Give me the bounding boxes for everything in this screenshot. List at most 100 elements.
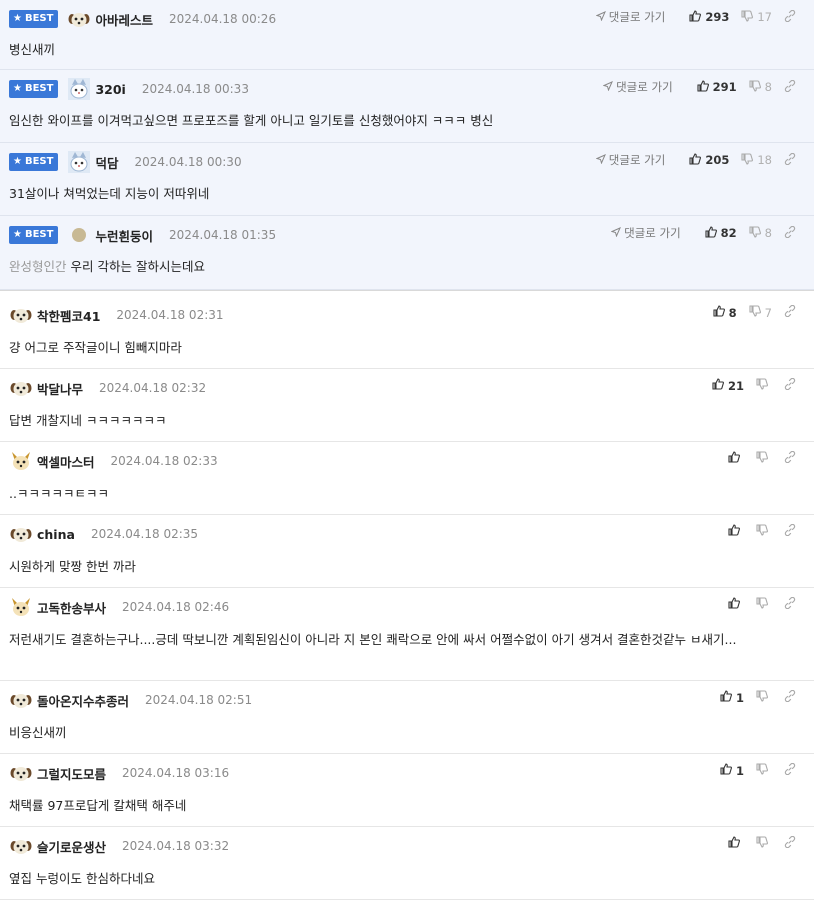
comment-nickname[interactable]: 320i [95,82,125,97]
avatar[interactable] [67,7,91,31]
downvote-button[interactable]: 18 [741,152,772,168]
upvote-button[interactable] [728,451,744,466]
reply-target-nick[interactable]: 완성형인간 [9,259,67,274]
comment-nickname[interactable]: 고독한송부사 [37,598,106,617]
thumbs-up-icon [728,524,744,539]
thumbs-down-icon [756,836,772,851]
comment-header: ★ BEST 320i 2024.04.18 00:33 [9,78,249,100]
comment-date: 2024.04.18 02:31 [116,308,224,322]
avatar[interactable] [67,77,91,101]
upvote-button[interactable] [728,836,744,851]
comment-actions [716,523,800,539]
thumbs-down-icon [741,9,757,25]
go-to-reply-link[interactable]: 댓글로 가기 [602,79,673,95]
comment-nickname[interactable]: 액셀마스터 [37,452,95,471]
copy-link-button[interactable] [784,9,800,25]
comment: 박달나무 2024.04.18 02:32 21 답변 개찰지네 ㅋㅋㅋㅋㅋㅋㅋ [0,369,814,442]
thumbs-up-icon [712,378,728,393]
downvote-button[interactable]: 7 [749,305,772,320]
downvote-button[interactable] [756,451,772,466]
link-icon [784,762,800,778]
avatar[interactable] [9,595,33,619]
comment-nickname[interactable]: 그럴지도모름 [37,764,106,783]
upvote-button[interactable]: 1 [720,690,744,705]
comment-text: ..ㅋㅋㅋㅋㅋㅌㅋㅋ [9,486,109,501]
link-icon [784,304,800,320]
avatar[interactable] [9,522,33,546]
comment-nickname[interactable]: 박달나무 [37,379,83,398]
copy-link-button[interactable] [784,152,800,168]
star-icon: ★ [13,229,22,240]
comment-actions: 1 [708,762,800,778]
thumbs-down-icon [756,690,772,705]
copy-link-button[interactable] [784,596,800,612]
comment-nickname[interactable]: 아바레스트 [95,10,153,29]
arrow-icon [595,153,609,167]
comment-text: 병신새끼 [9,42,56,57]
comment-actions [716,835,800,851]
downvote-button[interactable]: 8 [749,225,772,241]
comment-text: 비응신새끼 [9,725,67,740]
go-to-reply-link[interactable]: 댓글로 가기 [595,152,665,168]
copy-link-button[interactable] [784,377,800,393]
comment-nickname[interactable]: 돌아온지수추종러 [37,691,129,710]
upvote-button[interactable]: 293 [689,9,729,25]
comment-nickname[interactable]: 누런흰둥이 [95,226,153,245]
avatar[interactable] [72,228,87,242]
comment-body: 병신새끼 [9,39,802,60]
comment-date: 2024.04.18 02:33 [110,454,218,468]
copy-link-button[interactable] [784,450,800,466]
go-to-reply-link[interactable]: 댓글로 가기 [610,225,681,241]
go-to-reply-link[interactable]: 댓글로 가기 [595,9,665,25]
upvote-button[interactable]: 205 [689,152,729,168]
comment-date: 2024.04.18 02:51 [145,693,253,707]
avatar[interactable] [67,150,91,174]
thumbs-up-icon [728,451,744,466]
copy-link-button[interactable] [784,79,800,95]
comment-nickname[interactable]: 슬기로운생산 [37,837,106,856]
comment-body: 걍 어그로 주작글이니 힘빼지마라 [9,337,802,358]
avatar[interactable] [9,834,33,858]
avatar[interactable] [9,303,33,327]
avatar[interactable] [9,688,33,712]
downvote-button[interactable] [756,378,772,393]
downvote-button[interactable]: 17 [741,9,772,25]
copy-link-button[interactable] [784,523,800,539]
comment-text: 걍 어그로 주작글이니 힘빼지마라 [9,340,182,355]
comment-nickname[interactable]: china [37,527,75,542]
comment-nickname[interactable]: 덕담 [95,153,118,172]
copy-link-button[interactable] [784,225,800,241]
downvote-button[interactable] [756,524,772,539]
comment-date: 2024.04.18 03:32 [122,839,230,853]
copy-link-button[interactable] [784,835,800,851]
avatar[interactable] [9,761,33,785]
comment-header: 액셀마스터 2024.04.18 02:33 [9,450,218,472]
upvote-button[interactable]: 1 [720,763,744,778]
thumbs-up-icon [728,836,744,851]
downvote-button[interactable] [756,836,772,851]
downvote-button[interactable] [756,763,772,778]
comment-nickname[interactable]: 착한펨코41 [37,306,100,325]
avatar[interactable] [9,449,33,473]
avatar[interactable] [9,376,33,400]
downvote-button[interactable]: 8 [749,79,772,95]
upvote-button[interactable]: 291 [697,79,737,95]
copy-link-button[interactable] [784,304,800,320]
thumbs-up-icon [728,597,744,612]
copy-link-button[interactable] [784,762,800,778]
copy-link-button[interactable] [784,689,800,705]
comment-text: 답변 개찰지네 ㅋㅋㅋㅋㅋㅋㅋ [9,413,167,428]
downvote-button[interactable] [756,597,772,612]
upvote-button[interactable] [728,524,744,539]
thumbs-up-icon [689,152,705,168]
comment: 슬기로운생산 2024.04.18 03:32 옆집 누렁이도 한심하다네요 [0,827,814,900]
thumbs-up-icon [713,305,729,320]
downvote-button[interactable] [756,690,772,705]
upvote-button[interactable] [728,597,744,612]
upvote-button[interactable]: 82 [705,225,737,241]
upvote-count: 82 [720,226,737,240]
comment-text: 우리 각하는 잘하시는데요 [70,259,205,274]
comment-list: ★ BEST 아바레스트 2024.04.18 00:26 댓글로 가기 293 17 병신새… [0,0,814,900]
upvote-button[interactable]: 21 [712,378,744,393]
upvote-button[interactable]: 8 [713,305,737,320]
